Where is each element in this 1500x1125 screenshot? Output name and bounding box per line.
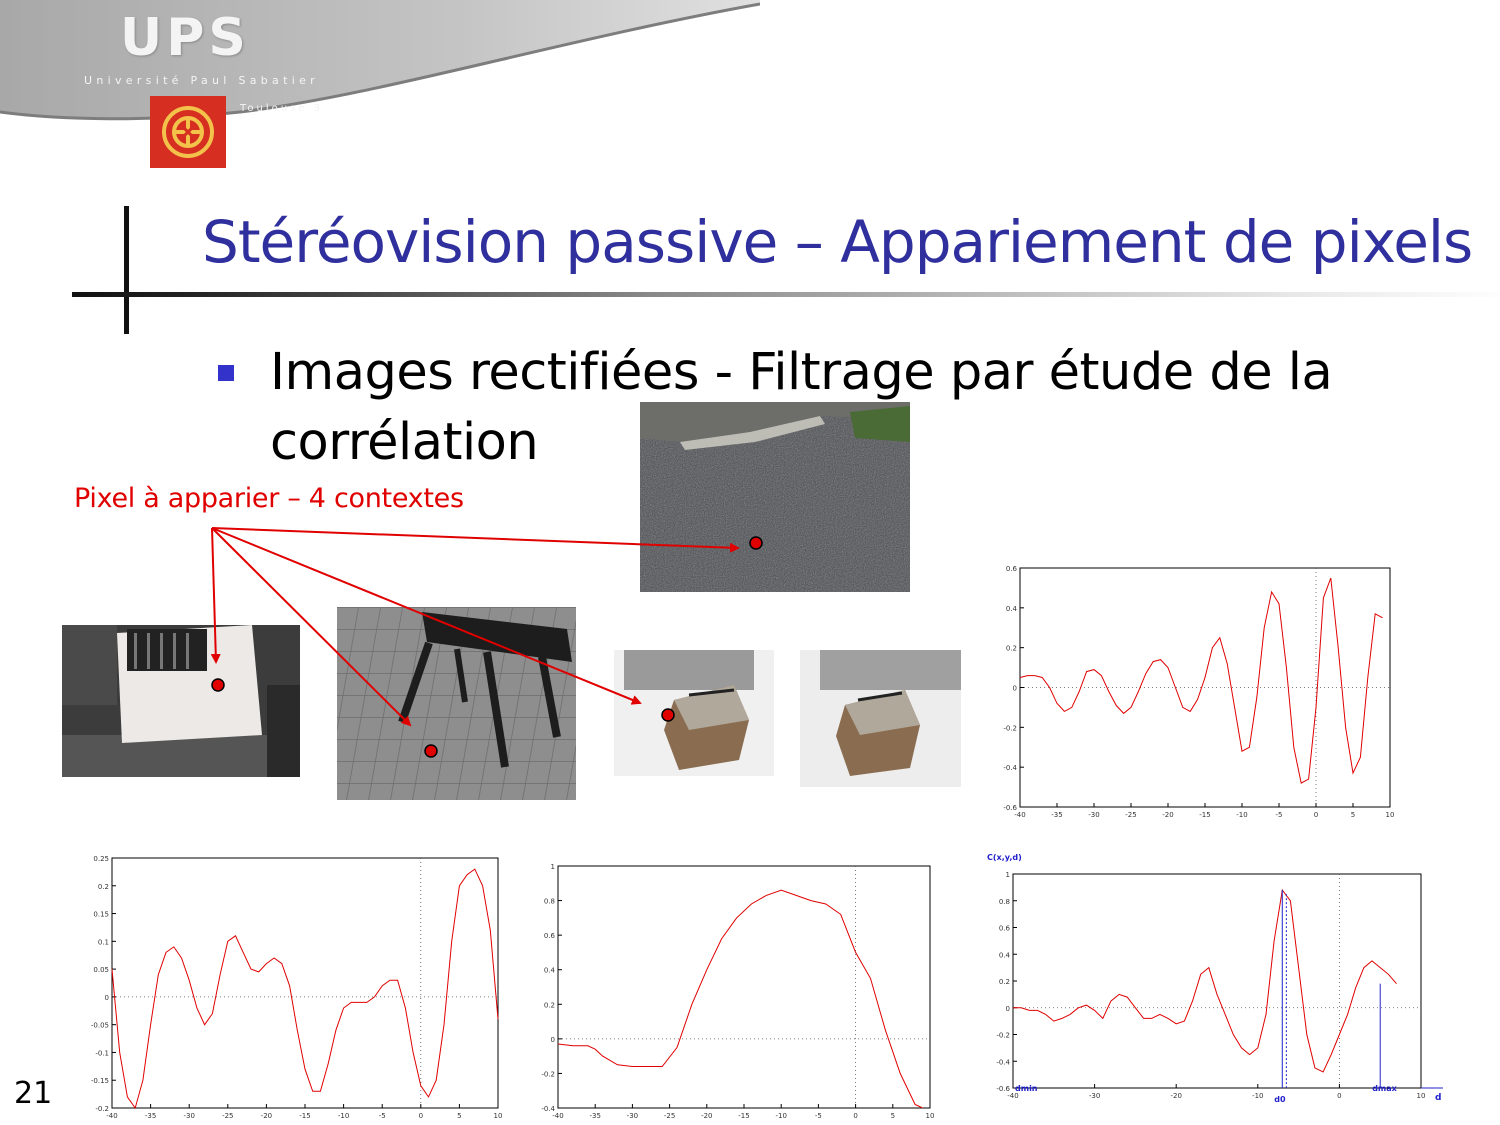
y-tick-label: 0.2 <box>999 978 1010 986</box>
y-tick-label: -0.1 <box>95 1049 109 1057</box>
correlation-curve <box>111 868 499 1110</box>
x-tick-label: 0 <box>419 1112 423 1120</box>
x-tick-label: 10 <box>926 1112 935 1120</box>
x-tick-label: 10 <box>1386 811 1395 819</box>
x-tick-label: 0 <box>853 1112 857 1120</box>
y-tick-label: 0.6 <box>544 932 556 940</box>
x-tick-label: -20 <box>701 1112 712 1120</box>
x-tick-label: -30 <box>1089 1092 1100 1100</box>
x-tick-label: 0 <box>1337 1092 1341 1100</box>
x-tick-label: -10 <box>1252 1092 1263 1100</box>
dmin-label: dmin <box>1015 1084 1038 1093</box>
y-tick-label: 1 <box>1006 871 1010 879</box>
correlation-chart-asphalt: 0.60.40.20-0.2-0.4-0.6-40 -35 -30 -25 -20 -15… <box>1003 565 1395 819</box>
y-tick-label: -0.2 <box>1003 724 1017 732</box>
x-axis-label: d <box>1435 1093 1441 1103</box>
y-tick-label: 0.8 <box>999 898 1010 906</box>
x-tick-label: -40 <box>106 1112 117 1120</box>
x-tick-label: 5 <box>891 1112 895 1120</box>
x-tick-label: -35 <box>589 1112 600 1120</box>
y-tick-label: 0 <box>105 994 109 1002</box>
y-tick-label: 0.2 <box>544 1001 555 1009</box>
y-tick-label: 1 <box>551 863 555 871</box>
y-tick-label: 0.6 <box>999 925 1011 933</box>
x-tick-label: 0 <box>1314 811 1318 819</box>
x-tick-label: -20 <box>1162 811 1173 819</box>
x-tick-label: -40 <box>552 1112 563 1120</box>
x-tick-label: 10 <box>1417 1092 1426 1100</box>
y-tick-label: 0 <box>1013 685 1017 693</box>
x-tick-label: -30 <box>1088 811 1099 819</box>
x-tick-label: -10 <box>775 1112 786 1120</box>
correlation-chart-box: 10.80.60.40.20-0.2-0.4-0.6-40 -30 -20 -10 0 1… <box>987 853 1443 1104</box>
y-tick-label: 0.2 <box>98 883 109 891</box>
correlation-curve <box>557 889 923 1109</box>
x-tick-label: -10 <box>338 1112 349 1120</box>
x-tick-label: -15 <box>1199 811 1210 819</box>
y-tick-label: 0.4 <box>999 951 1011 959</box>
y-tick-label: -0.4 <box>996 1058 1010 1066</box>
pixel-dot-chair <box>424 744 438 758</box>
x-tick-label: -25 <box>1125 811 1136 819</box>
y-tick-label: 0.15 <box>93 911 109 919</box>
y-axis-label: C(x,y,d) <box>987 853 1022 862</box>
arrow-to-asphalt <box>211 527 740 553</box>
y-tick-label: 0.4 <box>544 967 556 975</box>
correlation-chart-chair: 10.80.60.40.20-0.2-0.4-40 -35 -30 -25 -20 -15… <box>541 863 935 1120</box>
x-tick-label: -35 <box>145 1112 156 1120</box>
y-tick-label: 0 <box>551 1036 555 1044</box>
x-tick-label: 5 <box>1351 811 1355 819</box>
x-tick-label: -5 <box>815 1112 822 1120</box>
x-tick-label: -20 <box>261 1112 272 1120</box>
y-tick-label: -0.05 <box>91 1022 109 1030</box>
correlation-chart-building: 0.250.20.150.10.050-0.05-0.1-0.15-0.2-40… <box>91 855 502 1120</box>
y-tick-label: 0.05 <box>93 966 109 974</box>
y-tick-label: 0.6 <box>1006 565 1018 573</box>
y-tick-label: -0.2 <box>541 1070 555 1078</box>
y-tick-label: -0.2 <box>996 1032 1010 1040</box>
x-tick-label: -10 <box>1236 811 1247 819</box>
x-tick-label: -40 <box>1014 811 1025 819</box>
x-tick-label: -30 <box>183 1112 194 1120</box>
y-tick-label: 0 <box>1006 1005 1010 1013</box>
x-tick-label: 10 <box>494 1112 502 1120</box>
y-tick-label: 0.8 <box>544 898 555 906</box>
page-number: 21 <box>14 1076 53 1111</box>
x-tick-label: -25 <box>222 1112 233 1120</box>
y-tick-label: 0.4 <box>1006 605 1018 613</box>
dmax-label: dmax <box>1372 1084 1397 1093</box>
y-tick-label: 0.2 <box>1006 645 1017 653</box>
y-tick-label: -0.4 <box>1003 764 1017 772</box>
d0-label: d0 <box>1274 1095 1286 1104</box>
x-tick-label: -15 <box>299 1112 310 1120</box>
x-tick-label: -5 <box>1276 811 1283 819</box>
y-tick-label: 0.1 <box>98 938 109 946</box>
pixel-dot-asphalt <box>749 536 763 550</box>
arrow-to-chair <box>211 527 412 727</box>
x-tick-label: -15 <box>738 1112 749 1120</box>
pixel-dot-box <box>661 708 675 722</box>
pixel-dot-building <box>211 678 225 692</box>
x-tick-label: 5 <box>457 1112 461 1120</box>
y-tick-label: -0.15 <box>91 1077 109 1085</box>
arrow-to-box <box>211 527 642 705</box>
arrow-to-building <box>210 527 221 664</box>
x-tick-label: -5 <box>379 1112 386 1120</box>
plot-frame <box>557 865 931 1109</box>
y-tick-label: 0.25 <box>93 855 109 863</box>
correlation-curve <box>1019 577 1383 784</box>
x-tick-label: -35 <box>1051 811 1062 819</box>
x-tick-label: -40 <box>1007 1092 1018 1100</box>
x-tick-label: -25 <box>664 1112 675 1120</box>
x-tick-label: -20 <box>1170 1092 1181 1100</box>
correlation-curve <box>1013 888 1397 1073</box>
x-tick-label: -30 <box>627 1112 638 1120</box>
plot-frame <box>1012 873 1422 1089</box>
